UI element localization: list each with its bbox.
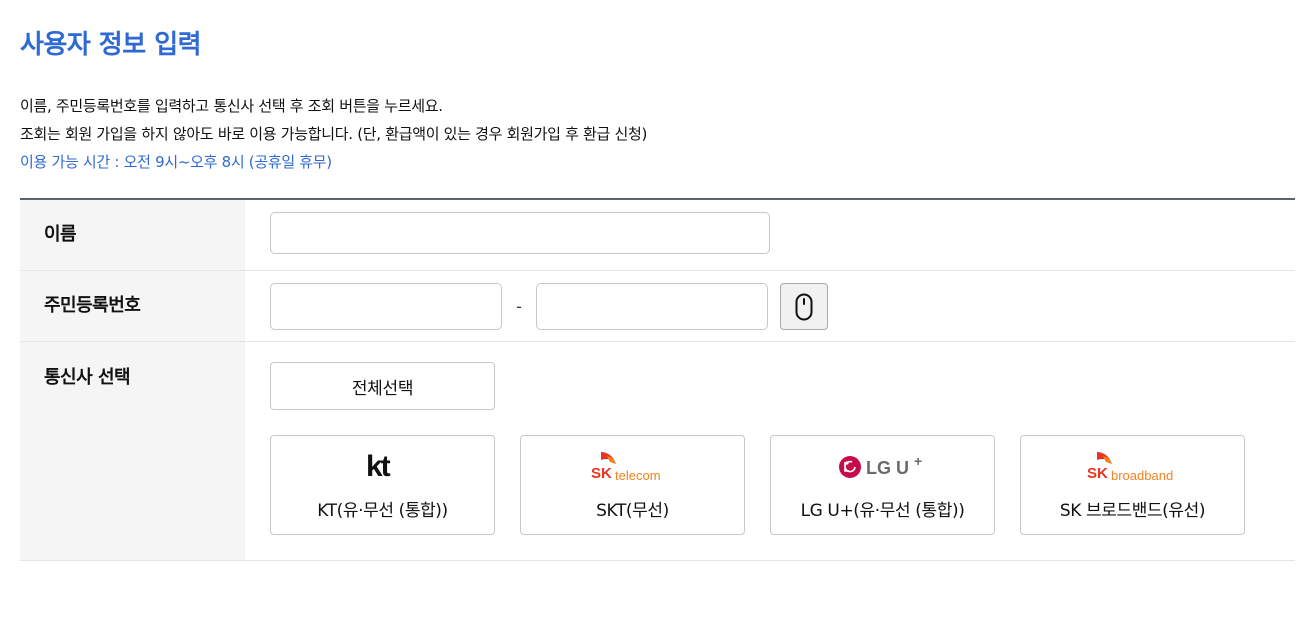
carrier-option-sk-broadband[interactable]: SK broadband SK 브로드밴드(유선) — [1020, 435, 1245, 535]
svg-text:SK: SK — [1087, 465, 1108, 482]
svg-text:kt: kt — [366, 453, 391, 481]
name-input[interactable] — [270, 212, 770, 254]
carrier-cell: 전체선택 kt KT(유·무선 (통합)) SK telecom SKT(무선)… — [245, 342, 1295, 560]
name-row: 이름 — [20, 200, 1295, 271]
carrier-option-lguplus[interactable]: LG U + LG U+(유·무선 (통합)) — [770, 435, 995, 535]
name-label: 이름 — [20, 200, 245, 270]
carrier-label: 통신사 선택 — [20, 342, 245, 560]
sk-telecom-logo: SK telecom — [591, 438, 675, 496]
intro-line-2: 조회는 회원 가입을 하지 않아도 바로 이용 가능합니다. (단, 환급액이 … — [20, 125, 648, 143]
sk-broadband-logo: SK broadband — [1087, 438, 1179, 496]
page-title: 사용자 정보 입력 — [20, 30, 202, 60]
rrn-separator: - — [516, 297, 522, 316]
carrier-row: 통신사 선택 전체선택 kt KT(유·무선 (통합)) SK telecom … — [20, 342, 1295, 561]
carrier-label-kt: KT(유·무선 (통합)) — [317, 501, 448, 521]
rrn-row: 주민등록번호 - — [20, 271, 1295, 342]
svg-text:broadband: broadband — [1111, 468, 1173, 483]
name-cell — [245, 200, 1295, 270]
carrier-label-lguplus: LG U+(유·무선 (통합)) — [800, 501, 965, 521]
svg-text:telecom: telecom — [615, 468, 661, 483]
service-hours: 이용 가능 시간 : 오전 9시~오후 8시 (공휴일 휴무) — [20, 153, 332, 171]
svg-text:LG U: LG U — [866, 458, 909, 478]
carrier-options: kt KT(유·무선 (통합)) SK telecom SKT(무선) LG U… — [270, 435, 1295, 535]
rrn-cell: - — [245, 271, 1295, 341]
intro-text: 이름, 주민등록번호를 입력하고 통신사 선택 후 조회 버튼을 누르세요. 조… — [20, 92, 647, 176]
kt-logo: kt — [366, 438, 400, 496]
rrn-back-input[interactable] — [536, 283, 768, 330]
carrier-label-sk-broadband: SK 브로드밴드(유선) — [1059, 501, 1206, 521]
user-info-form: 이름 주민등록번호 - 통신사 선택 전체선택 kt KT(유·무선 (통합))… — [20, 198, 1295, 561]
carrier-label-skt: SKT(무선) — [596, 501, 669, 521]
carrier-option-kt[interactable]: kt KT(유·무선 (통합)) — [270, 435, 495, 535]
rrn-front-input[interactable] — [270, 283, 502, 330]
secure-keypad-button[interactable] — [780, 283, 828, 330]
svg-text:+: + — [914, 453, 922, 469]
carrier-option-skt[interactable]: SK telecom SKT(무선) — [520, 435, 745, 535]
rrn-label: 주민등록번호 — [20, 271, 245, 341]
mouse-icon — [795, 293, 813, 320]
select-all-button[interactable]: 전체선택 — [270, 362, 495, 410]
lg-uplus-logo: LG U + — [838, 438, 928, 496]
intro-line-1: 이름, 주민등록번호를 입력하고 통신사 선택 후 조회 버튼을 누르세요. — [20, 97, 443, 115]
svg-text:SK: SK — [591, 465, 612, 482]
